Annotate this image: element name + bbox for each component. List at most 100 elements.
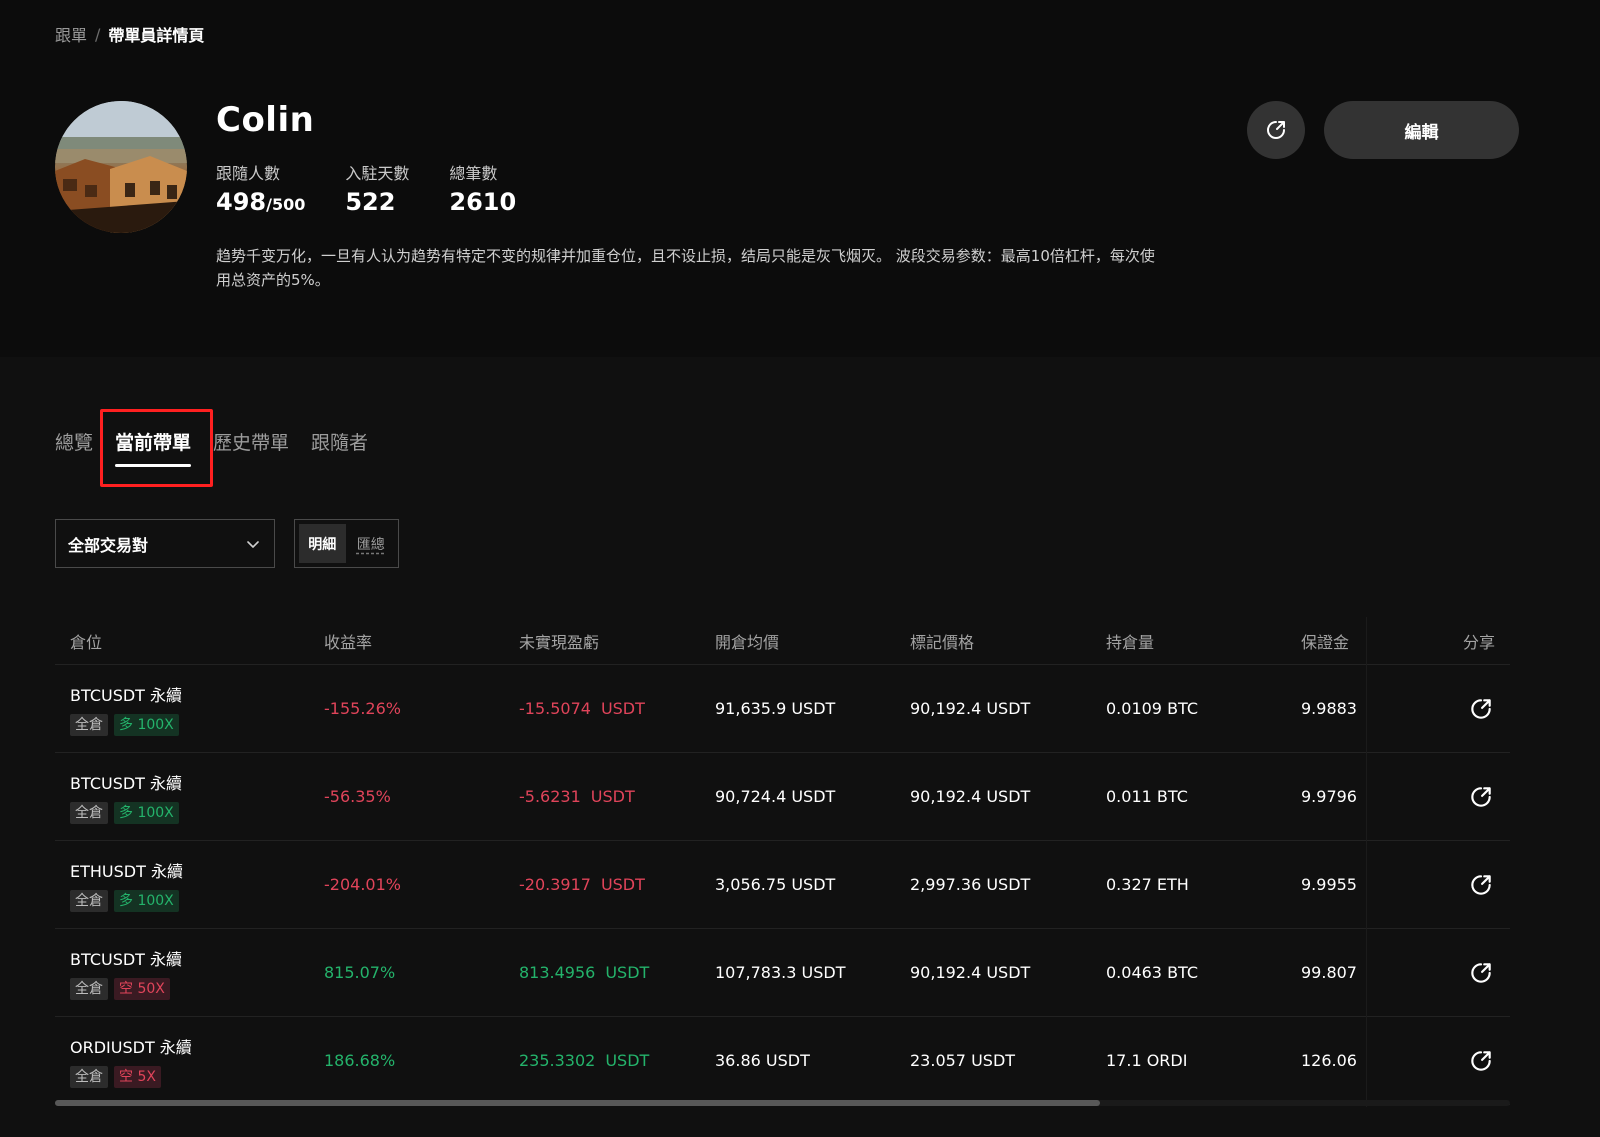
share-cell — [1415, 871, 1510, 899]
unrealized-pnl-value: -20.3917 USDT — [519, 875, 715, 894]
position-badges: 全倉 多 100X — [70, 889, 324, 912]
share-icon — [1471, 874, 1491, 895]
stat-value: 522 — [345, 188, 396, 216]
margin-mode-badge: 全倉 — [70, 801, 108, 824]
share-icon — [1267, 121, 1285, 139]
size-value: 0.327 ETH — [1106, 875, 1189, 894]
tab-history-copy-trades[interactable]: 歷史帶單 — [213, 428, 289, 467]
avatar — [55, 101, 187, 233]
size-value: 0.0463 BTC — [1106, 963, 1199, 982]
entry-price-value: 91,635.9 USDT — [715, 699, 836, 718]
header-roe: 收益率 — [324, 632, 373, 652]
share-cell — [1415, 959, 1510, 987]
row-share-button[interactable] — [1467, 1047, 1495, 1075]
tab-followers[interactable]: 跟隨者 — [311, 428, 368, 467]
table-header: 倉位 收益率 未實現盈虧 開倉均價 標記價格 持倉量 保證金 分享 — [55, 617, 1510, 665]
view-mode-toggle: 明細 匯總 — [294, 519, 399, 568]
trader-stats: 跟隨人數 498/500 入駐天數 522 總筆數 2610 — [216, 160, 516, 216]
mark-price-value: 23.057 USDT — [910, 1051, 1016, 1070]
row-share-button[interactable] — [1467, 959, 1495, 987]
unrealized-pnl-value: -15.5074 USDT — [519, 699, 715, 718]
position-symbol: BTCUSDT 永續 — [70, 949, 183, 969]
sticky-column-divider — [1366, 617, 1367, 1107]
trading-pair-select[interactable]: 全部交易對 — [55, 519, 275, 568]
position-badges: 全倉 空 5X — [70, 1065, 324, 1088]
side-leverage-badge: 多 100X — [114, 713, 179, 736]
table-row: BTCUSDT 永續 全倉 多 100X -155.26% -15.5074 US… — [55, 665, 1510, 753]
pnl-unit: USDT — [600, 699, 645, 718]
table-row: BTCUSDT 永續 全倉 空 50X 815.07% 813.4956 USDT… — [55, 929, 1510, 1017]
table-row: BTCUSDT 永續 全倉 多 100X -56.35% -5.6231 USDT… — [55, 753, 1510, 841]
share-icon — [1471, 786, 1491, 807]
stat-followers: 跟隨人數 498/500 — [216, 160, 305, 216]
position-cell: BTCUSDT 永續 全倉 空 50X — [55, 946, 324, 1000]
entry-price-value: 36.86 USDT — [715, 1051, 810, 1070]
followers-count: 498 — [216, 188, 267, 216]
pnl-unit: USDT — [600, 875, 645, 894]
mark-price-value: 90,192.4 USDT — [910, 699, 1031, 718]
stat-label: 入駐天數 — [345, 164, 410, 183]
share-button[interactable] — [1247, 101, 1305, 159]
size-value: 0.0109 BTC — [1106, 699, 1199, 718]
position-cell: BTCUSDT 永續 全倉 多 100X — [55, 770, 324, 824]
margin-mode-badge: 全倉 — [70, 977, 108, 1000]
pnl-amount: 813.4956 — [519, 963, 596, 982]
share-icon — [1471, 1050, 1491, 1071]
header-margin: 保證金 — [1301, 632, 1350, 652]
breadcrumb-root-link[interactable]: 跟單 — [55, 22, 87, 46]
followers-capacity: /500 — [266, 195, 306, 214]
breadcrumb-current: 帶單員詳情頁 — [108, 26, 205, 45]
table-row: ETHUSDT 永續 全倉 多 100X -204.01% -20.3917 US… — [55, 841, 1510, 929]
position-symbol: ORDIUSDT 永續 — [70, 1037, 192, 1057]
unrealized-pnl-value: 235.3302 USDT — [519, 1051, 715, 1070]
side-leverage-badge: 空 50X — [114, 977, 170, 1000]
breadcrumb: 跟單 / 帶單員詳情頁 — [55, 22, 204, 46]
share-icon — [1471, 698, 1491, 719]
trader-bio: 趋势千变万化，一旦有人认为趋势有特定不变的规律并加重仓位，且不设止损，结局只能是… — [216, 247, 1155, 289]
margin-value: 126.06 — [1301, 1051, 1357, 1070]
breadcrumb-separator: / — [95, 24, 101, 44]
position-symbol: ETHUSDT 永續 — [70, 861, 183, 881]
position-cell: ORDIUSDT 永續 全倉 空 5X — [55, 1034, 324, 1088]
entry-price-value: 90,724.4 USDT — [715, 787, 836, 806]
roe-value: 186.68% — [324, 1051, 396, 1070]
row-share-button[interactable] — [1467, 871, 1495, 899]
header-size: 持倉量 — [1106, 632, 1155, 652]
stat-total-trades: 總筆數 2610 — [449, 160, 516, 216]
trading-pair-select-value: 全部交易對 — [68, 535, 149, 555]
header-mark-price: 標記價格 — [910, 632, 975, 652]
position-cell: BTCUSDT 永續 全倉 多 100X — [55, 682, 324, 736]
scrollbar-thumb[interactable] — [55, 1100, 1100, 1106]
trader-detail-page: 跟單 / 帶單員詳情頁 Colin 跟隨人數 498/500 入駐天數 522 … — [0, 0, 1600, 1137]
tab-overview[interactable]: 總覽 — [55, 428, 93, 467]
stat-value: 2610 — [449, 188, 517, 216]
view-mode-detail[interactable]: 明細 — [299, 524, 346, 563]
horizontal-scrollbar[interactable] — [55, 1100, 1510, 1106]
share-cell — [1415, 783, 1510, 811]
share-cell — [1415, 695, 1510, 723]
view-mode-summary[interactable]: 匯總 — [348, 524, 395, 563]
pnl-unit: USDT — [605, 1051, 650, 1070]
stat-days: 入駐天數 522 — [345, 160, 409, 216]
margin-mode-badge: 全倉 — [70, 1065, 108, 1088]
edit-button[interactable]: 編輯 — [1324, 101, 1519, 159]
row-share-button[interactable] — [1467, 695, 1495, 723]
position-symbol: BTCUSDT 永續 — [70, 773, 183, 793]
entry-price-value: 3,056.75 USDT — [715, 875, 836, 894]
position-badges: 全倉 多 100X — [70, 801, 324, 824]
roe-value: 815.07% — [324, 963, 396, 982]
unrealized-pnl-value: 813.4956 USDT — [519, 963, 715, 982]
header-entry-price: 開倉均價 — [715, 632, 780, 652]
side-leverage-badge: 多 100X — [114, 801, 179, 824]
row-share-button[interactable] — [1467, 783, 1495, 811]
positions-table: 倉位 收益率 未實現盈虧 開倉均價 標記價格 持倉量 保證金 分享 BTCUSD… — [55, 617, 1510, 1105]
position-cell: ETHUSDT 永續 全倉 多 100X — [55, 858, 324, 912]
stat-label: 總筆數 — [449, 164, 498, 183]
position-symbol: BTCUSDT 永續 — [70, 685, 183, 705]
table-row: ORDIUSDT 永續 全倉 空 5X 186.68% 235.3302 USDT… — [55, 1017, 1510, 1105]
tab-current-copy-trades[interactable]: 當前帶單 — [115, 428, 192, 467]
roe-value: -155.26% — [324, 699, 401, 718]
tab-bar: 總覽 當前帶單 歷史帶單 跟隨者 — [55, 428, 368, 467]
header-share: 分享 — [1462, 632, 1495, 652]
margin-value: 9.9796 — [1301, 787, 1357, 806]
